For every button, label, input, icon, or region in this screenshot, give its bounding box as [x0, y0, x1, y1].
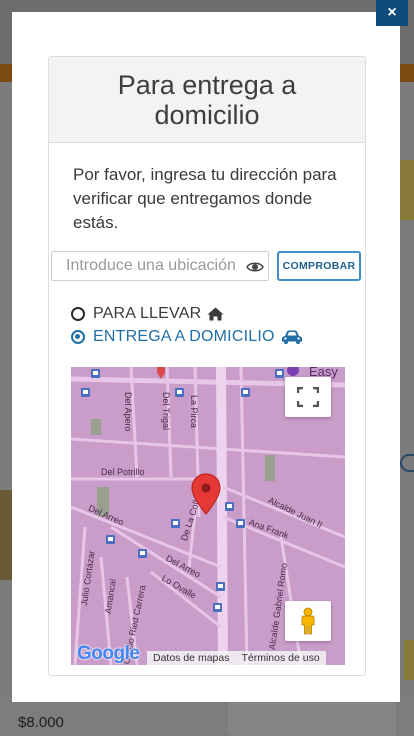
locate-icon[interactable]: [246, 258, 264, 276]
address-search-input[interactable]: [53, 253, 243, 279]
background-product-image: [398, 160, 414, 220]
card-header: Para entrega a domicilio: [49, 57, 365, 143]
street-view-button[interactable]: [285, 601, 331, 641]
background-product-image: [228, 702, 396, 736]
option-pickup[interactable]: PARA LLEVAR: [71, 305, 224, 323]
map-fullscreen-button[interactable]: [285, 377, 331, 417]
fullscreen-icon: [297, 387, 319, 407]
car-icon: [281, 330, 303, 344]
delivery-map[interactable]: Easy Del Apero Del Trigal La Pirca Del P…: [71, 367, 345, 665]
pegman-icon: [301, 607, 315, 635]
address-search-row: COMPROBAR: [51, 251, 365, 281]
street-label: Del Apero: [123, 392, 133, 432]
street-label: Del Potrillo: [101, 467, 145, 477]
google-logo-text: Google: [77, 643, 140, 664]
modal-description: Por favor, ingresa tu dirección para ver…: [73, 165, 337, 232]
street-label: La Pirca: [189, 395, 199, 429]
check-address-button[interactable]: COMPROBAR: [277, 251, 361, 281]
option-delivery[interactable]: ENTREGA A DOMICILIO: [71, 328, 303, 346]
background-product-price: $8.000: [18, 714, 64, 731]
pickup-label: PARA LLEVAR: [93, 305, 202, 322]
delivery-label: ENTREGA A DOMICILIO: [93, 328, 275, 345]
pickup-radio[interactable]: [71, 307, 85, 321]
map-data-link[interactable]: Datos de mapas: [147, 651, 236, 665]
map-footer: Datos de mapas Términos de uso: [147, 651, 326, 665]
map-terms-link[interactable]: Términos de uso: [235, 651, 326, 665]
delivery-card: Para entrega a domicilio Por favor, ingr…: [48, 56, 366, 676]
home-icon: [207, 307, 224, 321]
close-icon: ×: [387, 4, 397, 21]
background-info-icon: [400, 454, 414, 472]
close-modal-button[interactable]: ×: [376, 0, 408, 26]
background-product-image: [0, 490, 12, 580]
address-search-box: [51, 251, 269, 281]
street-label: Del Trigal: [161, 392, 171, 431]
background-product-image: [404, 640, 414, 680]
location-marker-icon[interactable]: [191, 473, 221, 520]
google-logo: Google: [77, 643, 140, 665]
delivery-radio[interactable]: [71, 330, 85, 344]
delivery-modal: Para entrega a domicilio Por favor, ingr…: [12, 12, 400, 702]
modal-title: Para entrega a domicilio: [117, 69, 297, 130]
